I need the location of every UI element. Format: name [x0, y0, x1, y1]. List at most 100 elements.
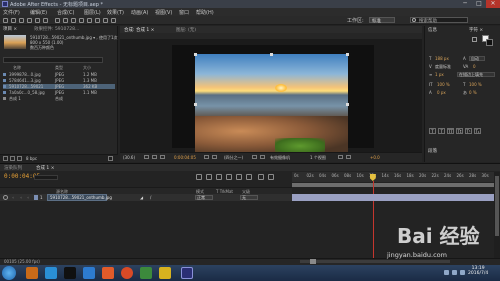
transform-handle[interactable] [346, 53, 349, 56]
network-icon[interactable] [452, 270, 457, 275]
faux-bold-button[interactable]: T [429, 128, 436, 134]
active-camera-select[interactable]: 有效摄像机 [270, 155, 290, 161]
media-player-icon[interactable] [140, 267, 152, 279]
project-item[interactable]: 3999878...0.jpg JPEG 1.2 MB [3, 72, 115, 77]
help-search-input[interactable]: 搜索帮助 [410, 17, 468, 24]
firefox-icon[interactable] [121, 267, 133, 279]
tab-effect-controls[interactable]: 效果控件: 5910728... [34, 26, 79, 32]
shy-layers-icon[interactable] [216, 174, 222, 180]
maximize-button[interactable]: □ [472, 0, 486, 8]
clone-tool-icon[interactable] [87, 18, 92, 23]
layer-fx-icon[interactable]: / [150, 195, 151, 200]
all-caps-button[interactable]: TT [447, 128, 454, 134]
lock-icon[interactable]: ◦ [27, 195, 29, 200]
superscript-button[interactable]: T¹ [465, 128, 472, 134]
transform-handle[interactable] [346, 103, 349, 106]
parent-select[interactable]: 无 [240, 195, 258, 200]
project-item-selected[interactable]: 5910728...59021 JPEG 362 KB [3, 84, 115, 89]
new-composition-icon[interactable] [17, 156, 22, 161]
auto-keyframe-icon[interactable] [258, 174, 264, 180]
frame-blending-icon[interactable] [226, 174, 232, 180]
project-item[interactable]: 5784641...3.jpg JPEG 1.3 MB [3, 78, 115, 83]
after-effects-taskbar-icon[interactable] [181, 267, 193, 279]
small-caps-button[interactable]: Tt [456, 128, 463, 134]
solo-icon[interactable]: ◦ [20, 195, 22, 200]
current-timecode[interactable]: 0:00:04:05 [174, 155, 196, 160]
file-explorer-icon[interactable] [26, 267, 38, 279]
stroke-color-swatch[interactable] [486, 39, 493, 46]
stroke-mode-select[interactable]: 在描边上填充 [457, 72, 495, 77]
baseline-value[interactable]: 0 px [437, 90, 446, 95]
transform-handle[interactable] [270, 53, 273, 56]
subscript-button[interactable]: T₁ [474, 128, 481, 134]
app-icon-orange[interactable] [102, 267, 114, 279]
fast-preview-icon[interactable] [338, 155, 343, 159]
menu-window[interactable]: 窗口 [179, 9, 189, 16]
text-tool-icon[interactable] [71, 18, 76, 23]
tray-icon[interactable] [444, 270, 449, 275]
column-type[interactable]: 类型 [55, 65, 63, 71]
browser-icon[interactable] [45, 267, 57, 279]
brush-tool-icon[interactable] [79, 18, 84, 23]
time-ruler[interactable]: 0s02s04s06s08s10s12s14s16s18s20s22s24s26… [292, 172, 500, 182]
pan-behind-tool-icon[interactable] [43, 18, 48, 23]
menu-animation[interactable]: 动画(A) [131, 9, 148, 16]
leading-select[interactable]: 自动 [469, 56, 485, 61]
work-area-bar[interactable] [292, 183, 494, 187]
layer-switch-icon[interactable]: ◢ [140, 195, 143, 200]
eraser-tool-icon[interactable] [95, 18, 100, 23]
menu-view[interactable]: 视图(V) [155, 9, 172, 16]
motion-blur-icon[interactable] [236, 174, 242, 180]
workspace-select[interactable]: 标准 [369, 17, 395, 24]
project-search-input[interactable] [3, 57, 103, 63]
menu-layer[interactable]: 图层(L) [84, 9, 101, 16]
kerning-value[interactable]: 度量标准 [435, 64, 451, 70]
draft-3d-icon[interactable] [206, 174, 212, 180]
pen-tool-icon[interactable] [63, 18, 68, 23]
project-item[interactable]: 7a0a0c...0_58.jpg JPEG 1.1 MB [3, 90, 115, 95]
region-of-interest-icon[interactable] [252, 155, 257, 159]
tab-render-queue[interactable]: 渲染队列 [4, 165, 22, 171]
label-color-swatch[interactable] [34, 195, 38, 200]
zoom-slider-knob[interactable] [310, 259, 316, 264]
rotate-tool-icon[interactable] [27, 18, 32, 23]
camera-icon[interactable] [204, 155, 209, 159]
eyedropper-icon[interactable] [472, 37, 477, 42]
menu-file[interactable]: 文件(F) [3, 9, 20, 16]
tab-timeline-comp[interactable]: 合成 1 × [36, 165, 55, 171]
comp-mini-flowchart-icon[interactable] [196, 174, 202, 180]
bpc-indicator[interactable]: 8 bpc [26, 156, 37, 161]
timeline-toggle-icon[interactable] [346, 155, 351, 159]
volume-icon[interactable] [460, 270, 465, 275]
layer-duration-bar[interactable] [292, 194, 494, 201]
timeline-search-input[interactable] [34, 175, 58, 180]
color-channel-icon[interactable] [212, 155, 217, 159]
selection-tool-icon[interactable] [3, 18, 8, 23]
grid-toggle-icon[interactable] [144, 155, 149, 159]
resolution-select[interactable]: (四分之一) [224, 155, 243, 161]
timeline-layer-row[interactable]: ◦ ◦ ◦ 1 5910728...59021_onthumb.jpg ◢ / … [0, 194, 292, 201]
taskbar-clock[interactable]: 13:19 2016/7/4 [468, 266, 488, 276]
layer-name-field[interactable]: 5910728...59021_onthumb.jpg [47, 194, 112, 201]
horizontal-scale-value[interactable]: 100 % [469, 82, 482, 87]
transparency-grid-icon[interactable] [260, 155, 265, 159]
menu-effect[interactable]: 效果(T) [107, 9, 124, 16]
menu-help[interactable]: 帮助(H) [196, 9, 214, 16]
views-select[interactable]: 1 个视图 [310, 155, 326, 161]
tab-project[interactable]: 项目 × [3, 26, 17, 32]
app-icon-blue[interactable] [83, 267, 95, 279]
faux-italic-button[interactable]: T [438, 128, 445, 134]
menu-composition[interactable]: 合成(C) [57, 9, 74, 16]
font-size-value[interactable]: 188 px [435, 56, 449, 61]
mask-toggle-icon[interactable] [152, 155, 157, 159]
audio-icon[interactable]: ◦ [12, 195, 14, 200]
scrollbar-thumb[interactable] [495, 176, 499, 236]
menu-edit[interactable]: 编辑(E) [30, 9, 47, 16]
tracking-value[interactable]: 0 [473, 64, 476, 69]
new-folder-icon[interactable] [10, 156, 15, 161]
transform-handle[interactable] [194, 53, 197, 56]
tab-info[interactable]: 信息 [428, 27, 437, 33]
brainstorm-icon[interactable] [246, 174, 252, 180]
graph-editor-icon[interactable] [268, 174, 274, 180]
transform-handle[interactable] [194, 103, 197, 106]
